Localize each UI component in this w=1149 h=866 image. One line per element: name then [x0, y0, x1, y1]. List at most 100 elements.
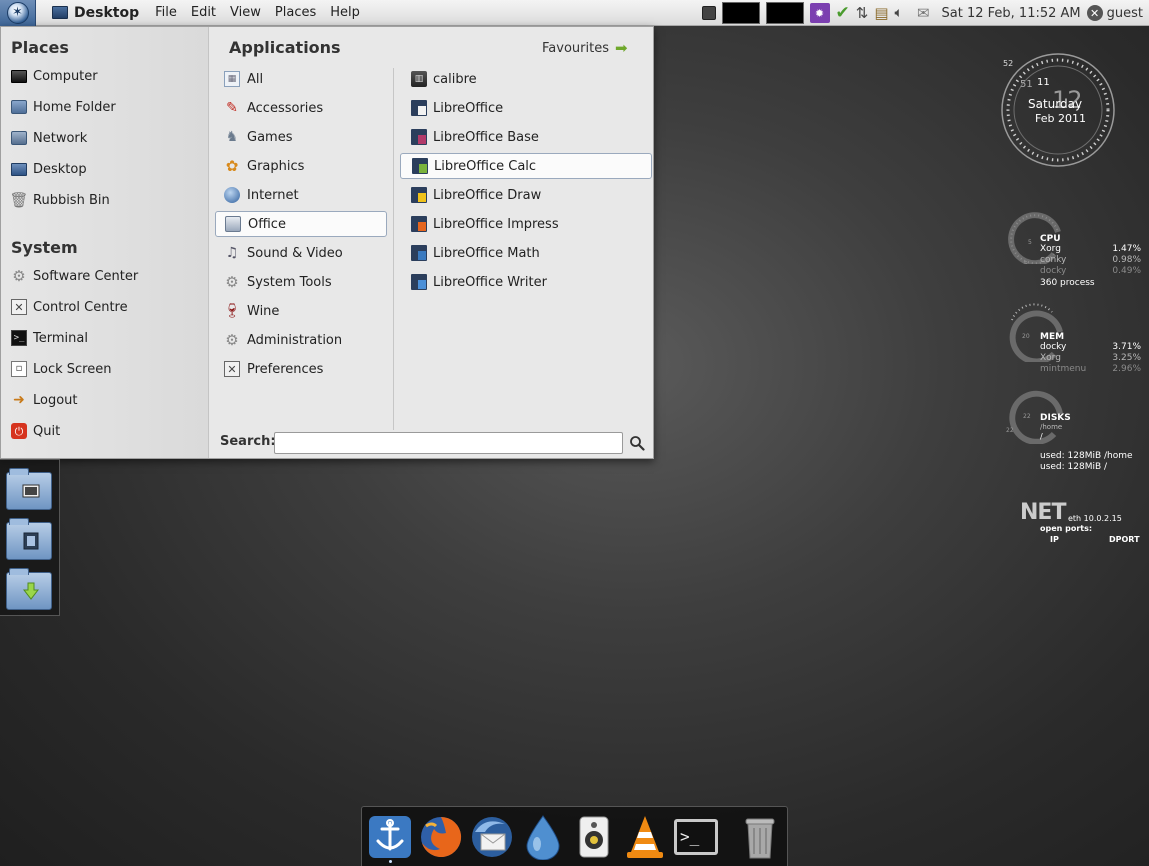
disks-mount-root: /: [1040, 432, 1043, 441]
workspace-1-switcher[interactable]: [721, 2, 760, 24]
category-graphics[interactable]: ✿ Graphics: [215, 153, 387, 179]
update-shield-icon[interactable]: ✔: [836, 3, 850, 23]
menu-places[interactable]: Places: [269, 5, 322, 20]
pictures-folder[interactable]: [6, 468, 52, 510]
dock-item-firefox[interactable]: [418, 814, 464, 860]
category-system-tools[interactable]: ⚙ System Tools: [215, 269, 387, 295]
system-item-lock-screen[interactable]: ▫ Lock Screen: [11, 357, 201, 381]
category-accessories[interactable]: ✎ Accessories: [215, 95, 387, 121]
videos-folder[interactable]: [6, 518, 52, 560]
app-libreoffice-calc[interactable]: LibreOffice Calc: [400, 153, 652, 179]
places-item-home-folder[interactable]: Home Folder: [11, 95, 201, 119]
dock-item-thunderbird[interactable]: [469, 814, 515, 860]
search-input[interactable]: [274, 432, 623, 454]
main-menu-button[interactable]: ✶: [0, 0, 36, 26]
cpu-proc-name: conky: [1040, 255, 1067, 265]
network-arrows-icon[interactable]: ⇅: [856, 4, 869, 22]
dock-item-trash[interactable]: [737, 814, 783, 860]
search-icon[interactable]: [629, 435, 645, 451]
app-libreoffice-base[interactable]: LibreOffice Base: [400, 124, 652, 150]
clock-month-label: Feb 2011: [1035, 112, 1086, 125]
category-office[interactable]: Office: [215, 211, 387, 237]
app-libreoffice-impress[interactable]: LibreOffice Impress: [400, 211, 652, 237]
cpu-process-row: docky 0.49%: [1040, 266, 1141, 277]
system-item-terminal[interactable]: >_ Terminal: [11, 326, 201, 350]
system-item-software-center[interactable]: ⚙ Software Center: [11, 264, 201, 288]
control-centre-icon: ✕: [11, 299, 27, 315]
system-item-quit[interactable]: ⏻ Quit: [11, 419, 201, 443]
libreoffice-draw-icon: [411, 187, 427, 203]
places-item-desktop[interactable]: Desktop: [11, 157, 201, 181]
mem-process-row: Xorg 3.25%: [1040, 353, 1141, 364]
cpu-proc-name: docky: [1040, 266, 1067, 276]
dock-item-drop[interactable]: [520, 814, 566, 860]
clipboard-icon[interactable]: ▤: [874, 4, 888, 22]
system-item-label: Lock Screen: [33, 361, 112, 377]
app-libreoffice-draw[interactable]: LibreOffice Draw: [400, 182, 652, 208]
favourites-button[interactable]: Favourites ➡: [542, 39, 628, 57]
settings-gear-icon[interactable]: ✹: [809, 3, 830, 23]
arrow-right-icon: ➡: [614, 39, 628, 57]
user-menu[interactable]: ✕ guest: [1086, 5, 1143, 21]
menu-view[interactable]: View: [224, 5, 267, 20]
category-wine[interactable]: 🍷︎ Wine: [215, 298, 387, 324]
dock-item-music-player[interactable]: [571, 814, 617, 860]
dock-item-docky[interactable]: [367, 814, 413, 860]
app-calibre[interactable]: ▥ calibre: [400, 66, 652, 92]
places-item-label: Computer: [33, 68, 98, 84]
videos-folder-icon: [21, 531, 41, 551]
dock-item-terminal[interactable]: >_: [673, 814, 719, 860]
clock-minute-label: 51: [1020, 79, 1033, 90]
screen-record-icon[interactable]: [701, 6, 716, 20]
conky-disks: DISKS /home / used: 128MiB /home used: 1…: [1040, 413, 1133, 473]
preferences-icon: ✕: [224, 361, 240, 377]
category-internet[interactable]: Internet: [215, 182, 387, 208]
mem-proc-name: mintmenu: [1040, 364, 1087, 374]
menu-help[interactable]: Help: [324, 5, 366, 20]
places-item-computer[interactable]: Computer: [11, 64, 201, 88]
category-label: Internet: [247, 187, 299, 203]
menu-file[interactable]: File: [149, 5, 183, 20]
app-libreoffice-writer[interactable]: LibreOffice Writer: [400, 269, 652, 295]
category-administration[interactable]: ⚙ Administration: [215, 327, 387, 353]
places-item-rubbish-bin[interactable]: 🗑︎ Rubbish Bin: [9, 188, 201, 212]
active-app-label: Desktop: [74, 4, 140, 21]
volume-icon[interactable]: 🔈︎: [895, 5, 903, 21]
vlc-cone-icon: [627, 816, 663, 858]
active-app-name[interactable]: Desktop: [52, 5, 139, 21]
libreoffice-writer-icon: [411, 274, 427, 290]
category-label: Games: [247, 129, 293, 145]
mem-proc-value: 2.96%: [1112, 364, 1141, 374]
net-interface: eth 10.0.2.15: [1068, 514, 1122, 523]
dock-item-vlc[interactable]: [622, 814, 668, 860]
window-icon: [52, 6, 68, 19]
libreoffice-calc-icon: [412, 158, 428, 174]
app-libreoffice[interactable]: LibreOffice: [400, 95, 652, 121]
places-heading: Places: [11, 38, 69, 57]
system-item-control-centre[interactable]: ✕ Control Centre: [11, 295, 201, 319]
global-menu-bar: File Edit View Places Help: [149, 5, 366, 20]
mail-icon[interactable]: ✉: [917, 4, 930, 22]
app-libreoffice-math[interactable]: LibreOffice Math: [400, 240, 652, 266]
panel-clock[interactable]: Sat 12 Feb, 11:52 AM: [942, 6, 1081, 21]
sound-video-icon: ♫: [225, 245, 239, 261]
workspace-2-switcher[interactable]: [765, 2, 804, 24]
system-item-label: Control Centre: [33, 299, 128, 315]
system-item-logout[interactable]: ➜ Logout: [11, 388, 201, 412]
category-sound-video[interactable]: ♫ Sound & Video: [215, 240, 387, 266]
category-label: Administration: [247, 332, 343, 348]
disks-used-root: used: 128MiB /: [1040, 462, 1108, 472]
accessories-icon: ✎: [226, 100, 238, 116]
category-games[interactable]: ♞ Games: [215, 124, 387, 150]
category-label: Preferences: [247, 361, 324, 377]
cpu-process-row: conky 0.98%: [1040, 255, 1141, 266]
downloads-folder[interactable]: [6, 568, 52, 610]
user-name: guest: [1106, 5, 1143, 21]
app-label: LibreOffice Impress: [433, 216, 559, 232]
category-preferences[interactable]: ✕ Preferences: [215, 356, 387, 382]
menu-edit[interactable]: Edit: [185, 5, 222, 20]
app-label: LibreOffice: [433, 100, 504, 116]
category-all[interactable]: ▦ All: [215, 66, 387, 92]
disks-mount-home: /home: [1040, 423, 1063, 431]
places-item-network[interactable]: Network: [11, 126, 201, 150]
